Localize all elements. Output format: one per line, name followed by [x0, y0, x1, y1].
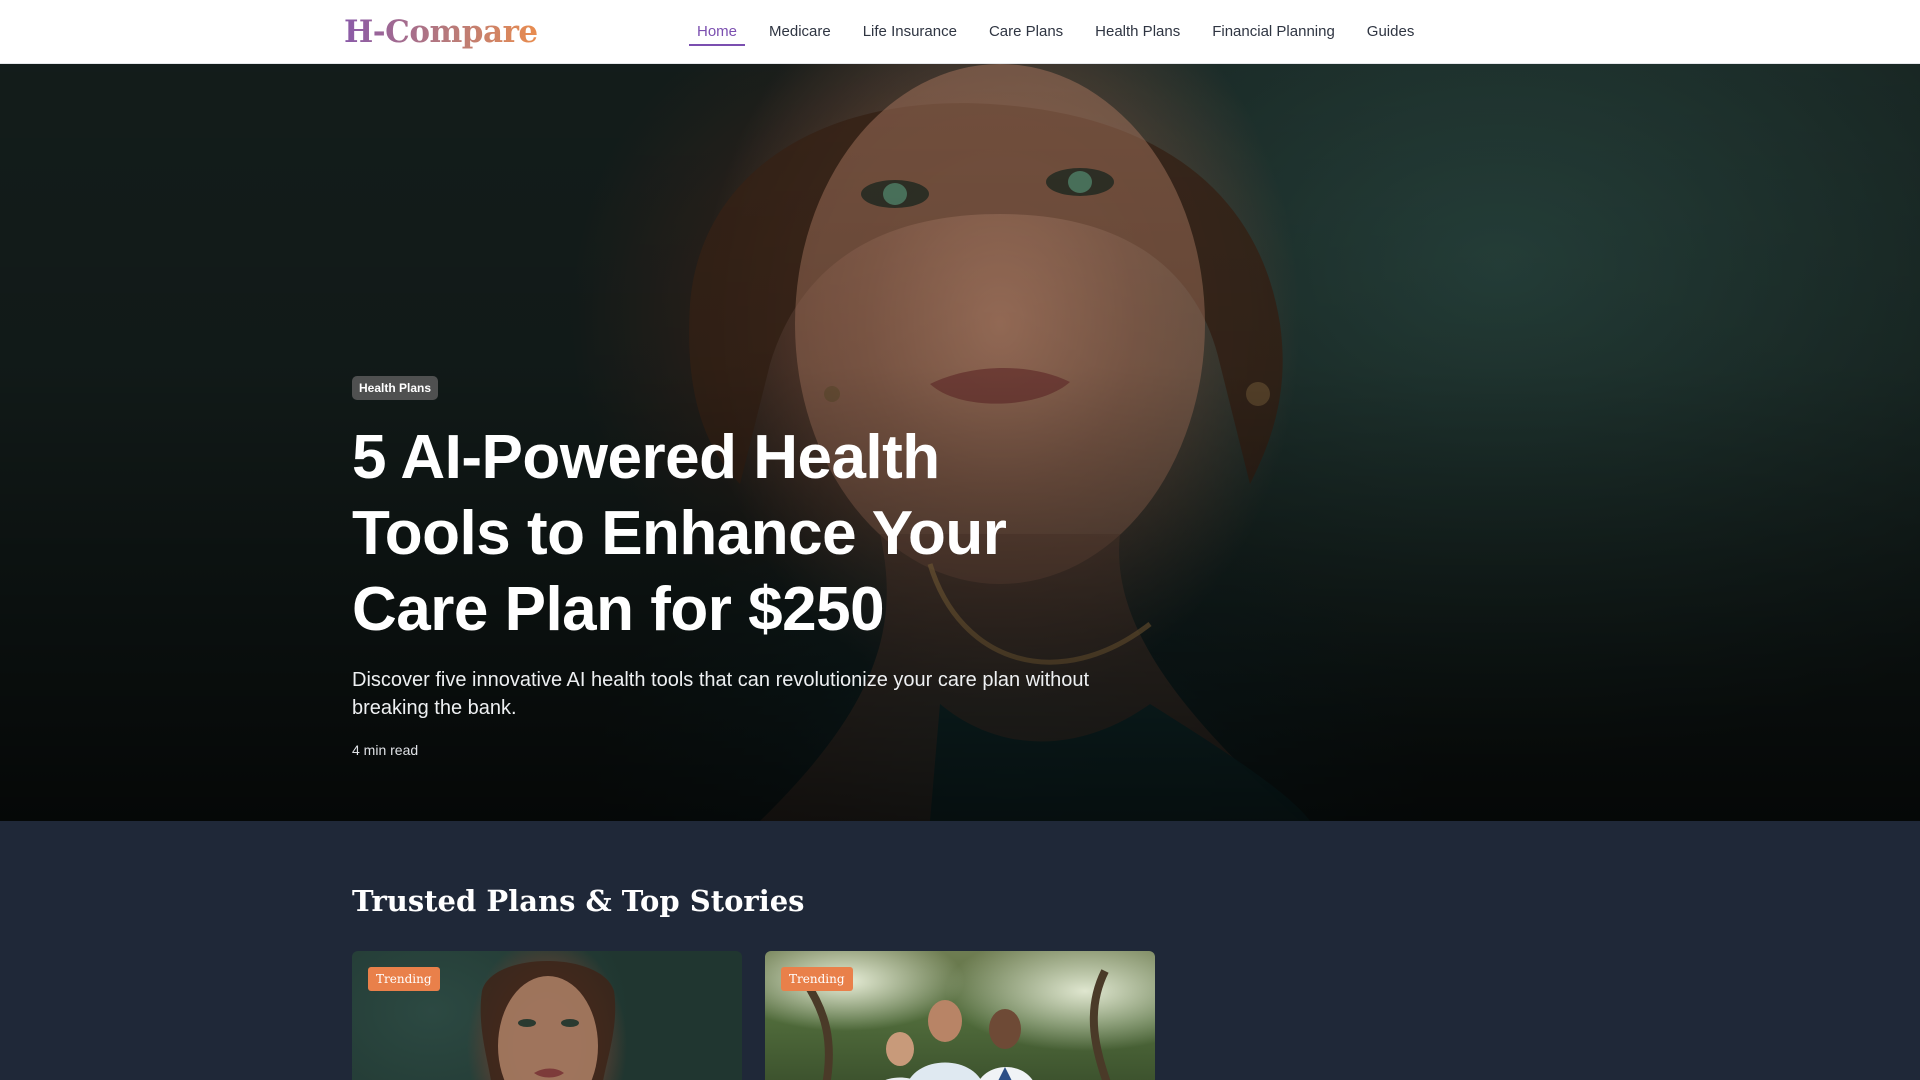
section-heading: Trusted Plans & Top Stories	[352, 884, 805, 918]
read-time: 4 min read	[352, 742, 419, 758]
hero-subtitle: Discover five innovative AI health tools…	[352, 669, 1090, 719]
hero-section[interactable]: Health Plans 5 AI-Powered Health Tools t…	[0, 64, 1920, 821]
nav-item-guides[interactable]: Guides	[1359, 0, 1423, 64]
nav-item-health-plans[interactable]: Health Plans	[1087, 0, 1188, 64]
hero-title[interactable]: 5 AI-Powered Health Tools to Enhance You…	[352, 420, 1072, 648]
trending-badge: Trending	[368, 967, 440, 991]
nav-item-medicare[interactable]: Medicare	[761, 0, 839, 64]
site-header: H-Compare Home Medicare Life Insurance C…	[0, 0, 1920, 64]
story-card[interactable]: Trending	[765, 951, 1155, 1080]
stories-section: Trusted Plans & Top Stories Trending Tre…	[0, 821, 1920, 1080]
hero-content: Health Plans 5 AI-Powered Health Tools t…	[352, 376, 1112, 758]
story-card[interactable]: Trending	[352, 951, 742, 1080]
site-logo[interactable]: H-Compare	[344, 12, 538, 52]
main-nav: Home Medicare Life Insurance Care Plans …	[689, 0, 1438, 64]
nav-item-financial-planning[interactable]: Financial Planning	[1204, 0, 1343, 64]
nav-item-care-plans[interactable]: Care Plans	[981, 0, 1071, 64]
trending-badge: Trending	[781, 967, 853, 991]
nav-item-home[interactable]: Home	[689, 0, 746, 64]
nav-item-life-insurance[interactable]: Life Insurance	[855, 0, 965, 64]
category-badge[interactable]: Health Plans	[352, 376, 439, 400]
